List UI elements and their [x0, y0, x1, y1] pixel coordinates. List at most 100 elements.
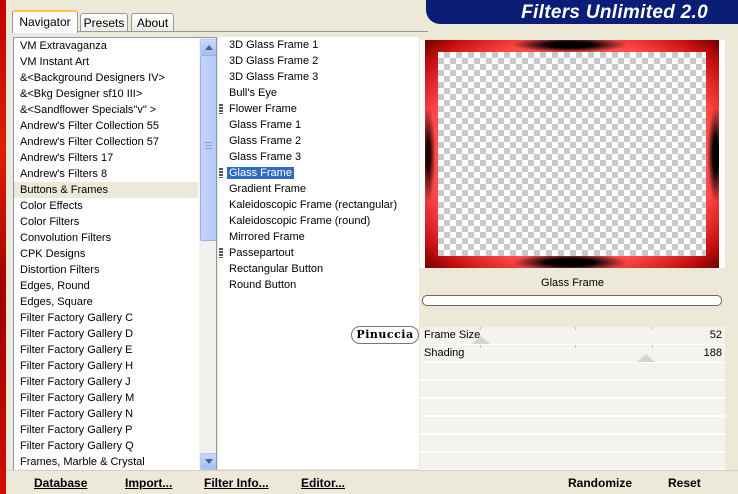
filter-item[interactable]: Glass Frame 2 [218, 133, 419, 149]
category-item[interactable]: &<Bkg Designer sf10 III> [14, 86, 198, 102]
category-item[interactable]: Filter Factory Gallery N [14, 406, 198, 422]
filter-item-label: 3D Glass Frame 1 [229, 39, 319, 51]
filter-item[interactable]: Gradient Frame [218, 181, 419, 197]
category-item[interactable]: Andrew's Filters 8 [14, 166, 198, 182]
category-item[interactable]: Filter Factory Gallery H [14, 358, 198, 374]
category-item[interactable]: Edges, Round [14, 278, 198, 294]
param-label: Shading [424, 347, 465, 359]
category-list[interactable]: VM Extravaganza VM Instant Art &<Backgroun… [13, 37, 217, 471]
filter-item-label: Glass Frame 3 [229, 151, 302, 163]
filter-item-label: 3D Glass Frame 2 [229, 55, 319, 67]
param-value[interactable]: 52 [710, 329, 722, 341]
filter-item[interactable]: Passepartout [218, 245, 419, 261]
progress-bar [422, 295, 722, 306]
category-scrollbar[interactable] [199, 38, 216, 470]
database-button[interactable]: Database [34, 475, 88, 492]
category-item[interactable]: Distortion Filters [14, 262, 198, 278]
category-item[interactable]: Buttons & Frames [14, 182, 198, 198]
category-item[interactable]: Frames, Marble & Crystal [14, 454, 198, 470]
filter-item[interactable]: Glass Frame 1 [218, 117, 419, 133]
frame-shadow [425, 110, 435, 200]
filter-item[interactable]: Bull's Eye [218, 85, 419, 101]
tab-presets[interactable]: Presets [80, 13, 128, 32]
filter-item-label: Mirrored Frame [229, 231, 305, 243]
slider-tick [575, 345, 576, 348]
category-item[interactable]: Filter Factory Gallery Q [14, 438, 198, 454]
filter-info-button[interactable]: Filter Info... [204, 475, 269, 492]
category-item[interactable]: Color Filters [14, 214, 198, 230]
filter-item-label: Glass Frame 1 [229, 119, 302, 131]
scroll-down-icon[interactable] [200, 453, 216, 470]
category-item[interactable]: Filter Factory Gallery J [14, 374, 198, 390]
category-item[interactable]: Filter Factory Gallery M [14, 390, 198, 406]
category-item[interactable]: Andrew's Filter Collection 55 [14, 118, 198, 134]
import-button[interactable]: Import... [125, 475, 173, 492]
category-item[interactable]: CPK Designs [14, 246, 198, 262]
filter-item-label: Kaleidoscopic Frame (rectangular) [229, 199, 398, 211]
filter-item[interactable]: Glass Frame 3 [218, 149, 419, 165]
slider-thumb[interactable] [637, 354, 655, 362]
category-item[interactable]: Color Effects [14, 198, 198, 214]
randomize-button[interactable]: Randomize [568, 475, 633, 492]
category-item[interactable]: Andrew's Filter Collection 57 [14, 134, 198, 150]
tab-about[interactable]: About [131, 13, 174, 32]
param-row-empty [420, 399, 725, 417]
category-item[interactable]: Edges, Square [14, 294, 198, 310]
category-item[interactable]: Andrew's Filters 17 [14, 150, 198, 166]
param-row-empty [420, 381, 725, 399]
app-title: Filters Unlimited 2.0 [521, 2, 708, 23]
param-row-empty [420, 435, 725, 453]
category-item[interactable]: VM Instant Art [14, 54, 198, 70]
filter-item[interactable]: Glass Frame [218, 165, 419, 181]
filter-item[interactable]: 3D Glass Frame 3 [218, 69, 419, 85]
filter-item-label: Glass Frame [227, 167, 294, 179]
category-item[interactable]: Filter Factory Gallery E [14, 342, 198, 358]
filter-list[interactable]: 3D Glass Frame 1 3D Glass Frame 2 3D Glass… [218, 37, 419, 469]
filter-item-label: Glass Frame 2 [229, 135, 302, 147]
grip-line [205, 145, 212, 146]
current-filter-name: Glass Frame [420, 274, 725, 292]
filter-item-label: Kaleidoscopic Frame (round) [229, 215, 371, 227]
filter-item[interactable]: Round Button [218, 277, 419, 293]
filter-item[interactable]: Mirrored Frame [218, 229, 419, 245]
tab-navigator[interactable]: Navigator [12, 10, 78, 33]
reset-button[interactable]: Reset [668, 475, 701, 492]
transparency-checkerboard [438, 52, 706, 256]
filter-item[interactable]: Kaleidoscopic Frame (round) [218, 213, 419, 229]
param-value[interactable]: 188 [704, 347, 722, 359]
filter-item-label: Rectangular Button [229, 263, 324, 275]
category-item[interactable]: VM Extravaganza [14, 38, 198, 54]
category-item[interactable]: Convolution Filters [14, 230, 198, 246]
param-label: Frame Size [424, 329, 481, 341]
slider-tick [652, 327, 653, 330]
custom-filter-mark-icon [219, 104, 223, 114]
filter-item-label: Round Button [229, 279, 297, 291]
frame-shadow [515, 254, 625, 268]
param-row-empty [420, 363, 725, 381]
category-item[interactable]: &<Sandflower Specials"v" > [14, 102, 198, 118]
filter-item[interactable]: 3D Glass Frame 2 [218, 53, 419, 69]
param-frame-size[interactable]: Frame Size 52 [420, 327, 725, 345]
slider-tick [575, 327, 576, 330]
filter-item[interactable]: Kaleidoscopic Frame (rectangular) [218, 197, 419, 213]
bottom-divider [6, 470, 738, 471]
frame-shadow [515, 40, 625, 52]
param-row-empty [420, 417, 725, 435]
category-item[interactable]: Filter Factory Gallery P [14, 422, 198, 438]
frame-shadow [708, 110, 719, 200]
scrollbar-thumb[interactable] [200, 55, 216, 241]
slider-tick [480, 345, 481, 348]
filter-item[interactable]: Flower Frame [218, 101, 419, 117]
param-row-empty [420, 453, 725, 471]
editor-button[interactable]: Editor... [301, 475, 346, 492]
category-item[interactable]: &<Background Designers IV> [14, 70, 198, 86]
filter-item[interactable]: 3D Glass Frame 1 [218, 37, 419, 53]
param-shading[interactable]: Shading 188 [420, 345, 725, 363]
category-item[interactable]: Filter Factory Gallery D [14, 326, 198, 342]
grip-line [205, 142, 212, 143]
watermark-logo: Pinuccia [351, 326, 419, 344]
category-item[interactable]: Filter Factory Gallery C [14, 310, 198, 326]
filter-item[interactable]: Rectangular Button [218, 261, 419, 277]
scroll-up-icon[interactable] [200, 39, 216, 56]
slider-tick [652, 345, 653, 348]
